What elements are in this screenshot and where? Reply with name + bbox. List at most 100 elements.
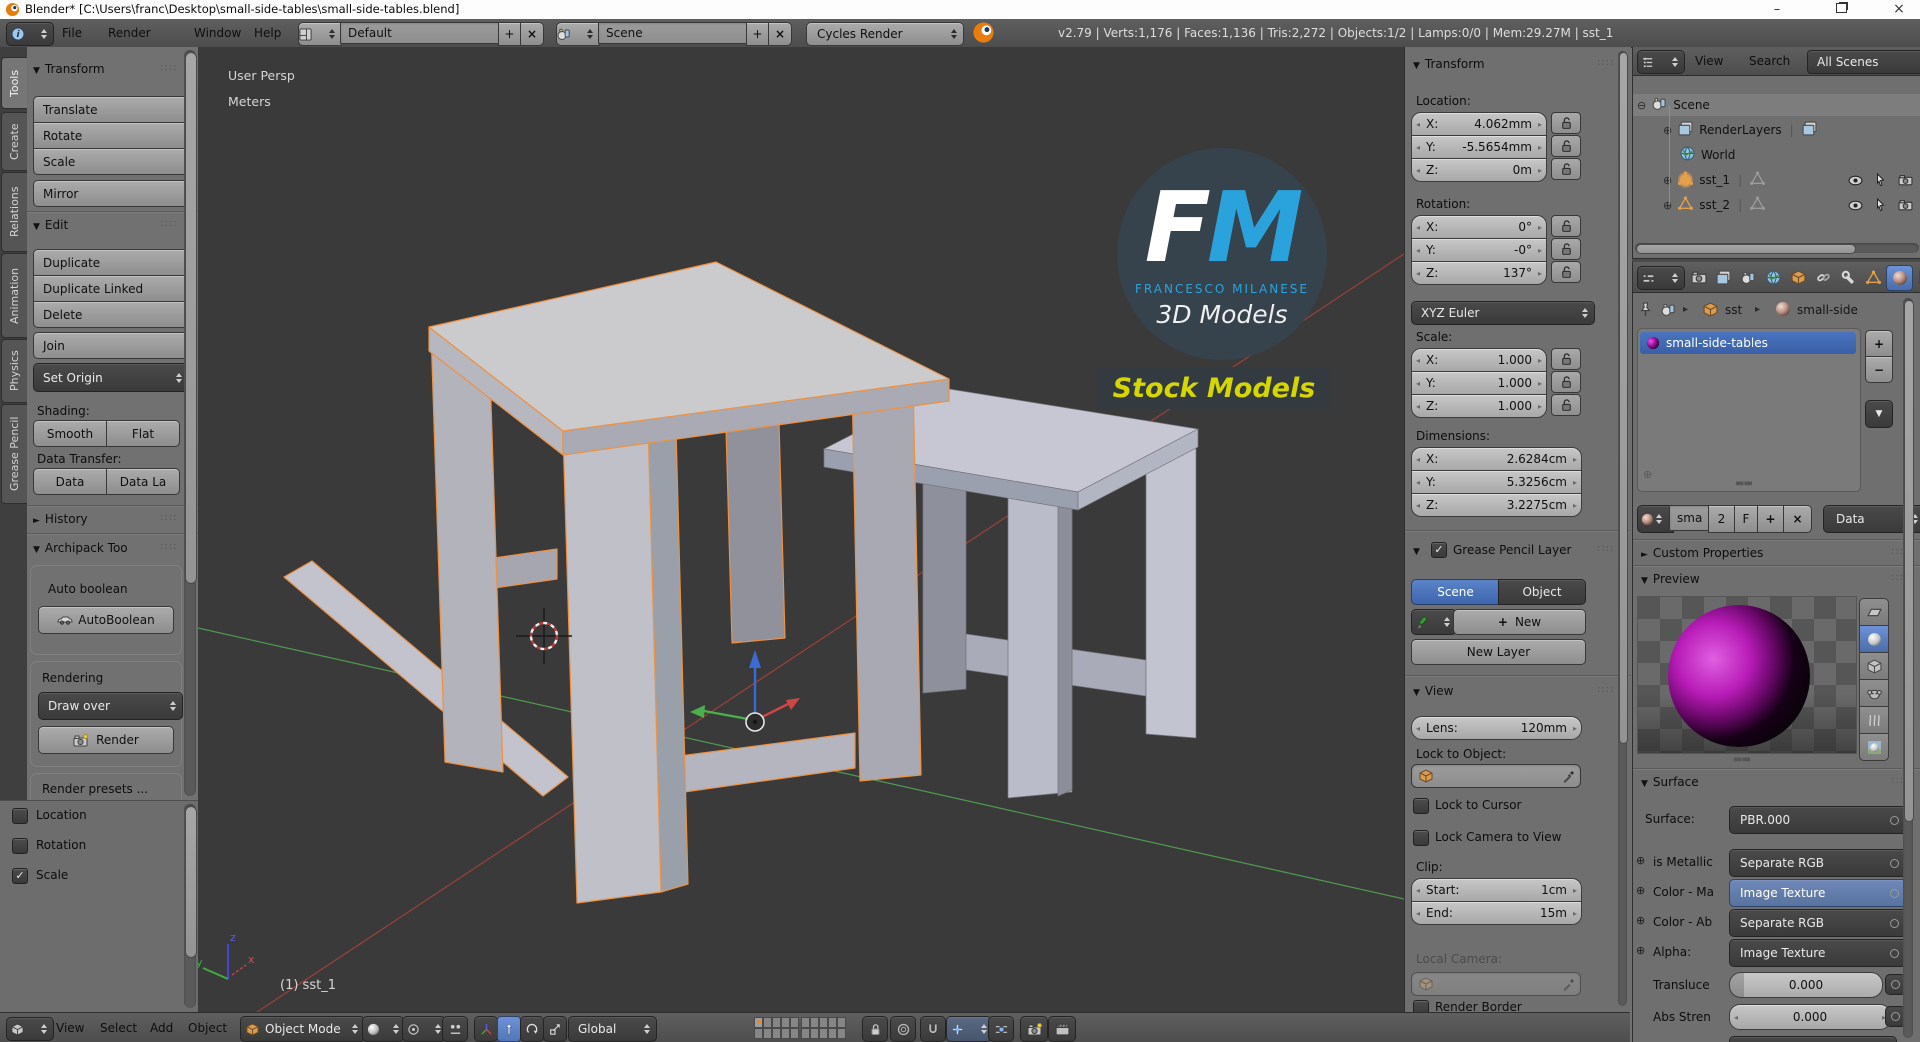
outliner-item-name[interactable]: RenderLayers: [1699, 123, 1781, 137]
renderable-camera-icon[interactable]: [1898, 173, 1913, 187]
expand-toggle[interactable]: ⊕: [1663, 174, 1672, 187]
outliner-row-sst-2[interactable]: ⊕ sst_2 |: [1633, 194, 1920, 216]
tab-modifiers[interactable]: [1836, 265, 1861, 289]
tab-render[interactable]: [1686, 265, 1711, 289]
snap-target-button[interactable]: [988, 1016, 1014, 1042]
expand-socket-toggle[interactable]: ⊕: [1636, 854, 1645, 867]
layer-toggle-5[interactable]: [790, 1017, 799, 1028]
scale-x-lock-button[interactable]: [1551, 348, 1581, 370]
selectable-cursor-icon[interactable]: [1875, 173, 1886, 187]
rotation-y-lock-button[interactable]: [1551, 238, 1581, 260]
panel-grip[interactable]: ::::: [1597, 684, 1614, 695]
tab-object[interactable]: [1786, 265, 1811, 289]
outliner-item-name[interactable]: sst_2: [1699, 198, 1730, 212]
draw-over-select[interactable]: Draw over: [38, 692, 183, 720]
rotation-z-field[interactable]: ◂ Z: 137° ▸: [1411, 261, 1547, 285]
panel-header-transform[interactable]: ▼ Transform: [33, 62, 105, 76]
view3d-view-menu[interactable]: View: [50, 1017, 90, 1039]
preview-sphere-button[interactable]: [1859, 625, 1889, 653]
location-z-field[interactable]: ◂ Z: 0m ▸: [1411, 158, 1547, 182]
abs-stren-field[interactable]: ◂ 0.000 ▸: [1729, 1004, 1891, 1030]
outliner-scrollbar-thumb[interactable]: [1636, 244, 1856, 254]
scale-y-field[interactable]: ◂ Y: 1.000 ▸: [1411, 371, 1547, 395]
visibility-eye-icon[interactable]: [1848, 198, 1863, 212]
transform-manipulator[interactable]: [690, 650, 800, 732]
manipulator-toggle[interactable]: [474, 1016, 498, 1042]
lens-field[interactable]: ◂ Lens: 120mm ▸: [1411, 716, 1582, 740]
rotation-x-lock-button[interactable]: [1551, 215, 1581, 237]
panel-header-custom-properties[interactable]: ► Custom Properties: [1641, 546, 1763, 560]
location-y-field[interactable]: ◂ Y: -5.5654mm ▸: [1411, 135, 1547, 159]
panel-grip[interactable]: ::::: [160, 218, 177, 229]
operator-panel-scrollbar-thumb[interactable]: [185, 806, 197, 958]
layer-toggle-10[interactable]: [790, 1028, 799, 1039]
clip-end-field[interactable]: ◂ End: 15m ▸: [1411, 901, 1582, 925]
layer-toggle-15[interactable]: [837, 1017, 846, 1028]
layer-toggle-14[interactable]: [828, 1017, 837, 1028]
layer-toggle-18[interactable]: [819, 1028, 828, 1039]
menu-render[interactable]: Render: [102, 22, 157, 44]
dimension-x-field[interactable]: ◂ X: 2.6284cm ▸: [1411, 447, 1582, 471]
outliner-search-menu[interactable]: Search: [1743, 50, 1796, 72]
minimize-button[interactable]: –: [1762, 0, 1792, 19]
gp-new-button[interactable]: + New: [1453, 609, 1586, 635]
panel-header-archipack[interactable]: ▼ Archipack Too: [33, 541, 128, 555]
scale-button[interactable]: Scale: [33, 148, 189, 175]
dimension-z-field[interactable]: ◂ Z: 3.2275cm ▸: [1411, 493, 1582, 517]
preview-hair-button[interactable]: [1859, 706, 1889, 734]
remove-material-slot-button[interactable]: −: [1865, 356, 1893, 383]
gp-new-layer-button[interactable]: New Layer: [1411, 639, 1586, 665]
cursor-3d[interactable]: [516, 608, 572, 664]
autoboolean-button[interactable]: AutoBoolean: [38, 606, 174, 634]
slot-extra-icon[interactable]: ⊕: [1643, 468, 1652, 481]
panel-grip[interactable]: ::::: [160, 512, 177, 523]
location-x-lock-button[interactable]: [1551, 112, 1581, 134]
material-slot-active[interactable]: small-side-tables: [1640, 332, 1856, 354]
tab-texture[interactable]: [1914, 265, 1920, 289]
set-origin-select[interactable]: Set Origin: [33, 363, 189, 392]
location-y-lock-button[interactable]: [1551, 135, 1581, 157]
panel-grip[interactable]: ::::: [160, 541, 177, 552]
manipulator-rotate-button[interactable]: [520, 1016, 544, 1042]
restore-button[interactable]: [1826, 0, 1856, 19]
tool-tab-grease-pencil[interactable]: Grease Pencil: [1, 404, 28, 504]
unlink-material-button[interactable]: ×: [1783, 505, 1812, 533]
pivot-point-select[interactable]: [402, 1016, 446, 1042]
layer-toggle-8[interactable]: [772, 1028, 781, 1039]
list-resize-grip[interactable]: ▬▬: [1735, 478, 1753, 489]
panel-grip[interactable]: ::::: [160, 62, 177, 73]
tool-tab-tools[interactable]: Tools: [1, 57, 28, 109]
breadcrumb-material[interactable]: small-side: [1797, 303, 1858, 317]
operator-rotation-checkbox[interactable]: [12, 838, 28, 854]
panel-header-view[interactable]: ▼ View: [1413, 684, 1453, 698]
lock-camera-checkbox[interactable]: [1413, 830, 1429, 846]
outliner-display-select[interactable]: [1637, 50, 1685, 74]
gp-tab-object[interactable]: Object: [1498, 579, 1586, 605]
visibility-eye-icon[interactable]: [1848, 173, 1863, 187]
eyedropper-icon[interactable]: [1562, 978, 1575, 991]
layer-toggle-11[interactable]: [801, 1017, 810, 1028]
properties-display-select[interactable]: [1637, 266, 1685, 290]
add-layout-button[interactable]: +: [498, 22, 521, 46]
outliner-row-sst-1[interactable]: ⊕ sst_1 |: [1633, 169, 1920, 191]
rotation-x-field[interactable]: ◂ X: 0° ▸: [1411, 215, 1547, 239]
view3d-add-menu[interactable]: Add: [144, 1017, 179, 1039]
surface-row-value-is-metallic[interactable]: Separate RGB: [1729, 849, 1907, 877]
location-x-field[interactable]: ◂ X: 4.062mm ▸: [1411, 112, 1547, 136]
tool-tab-physics[interactable]: Physics: [1, 339, 28, 403]
expand-toggle[interactable]: ⊕: [1663, 199, 1672, 212]
mirror-button[interactable]: Mirror: [33, 180, 189, 207]
panel-grip[interactable]: ::::: [1597, 57, 1614, 68]
tool-tab-animation[interactable]: Animation: [1, 253, 28, 338]
expand-socket-toggle[interactable]: ⊕: [1636, 944, 1645, 957]
rotation-mode-select[interactable]: XYZ Euler: [1411, 301, 1595, 325]
local-camera-field[interactable]: [1411, 972, 1581, 996]
lock-to-object-field[interactable]: [1411, 764, 1581, 788]
screen-layout-name-field[interactable]: Default: [340, 22, 505, 44]
rotation-y-field[interactable]: ◂ Y: -0° ▸: [1411, 238, 1547, 262]
layer-toggle-7[interactable]: [763, 1028, 772, 1039]
flat-button[interactable]: Flat: [106, 420, 180, 447]
location-z-lock-button[interactable]: [1551, 158, 1581, 180]
mode-select[interactable]: Object Mode: [240, 1016, 365, 1042]
editor-type-info-button[interactable]: i: [6, 22, 54, 46]
